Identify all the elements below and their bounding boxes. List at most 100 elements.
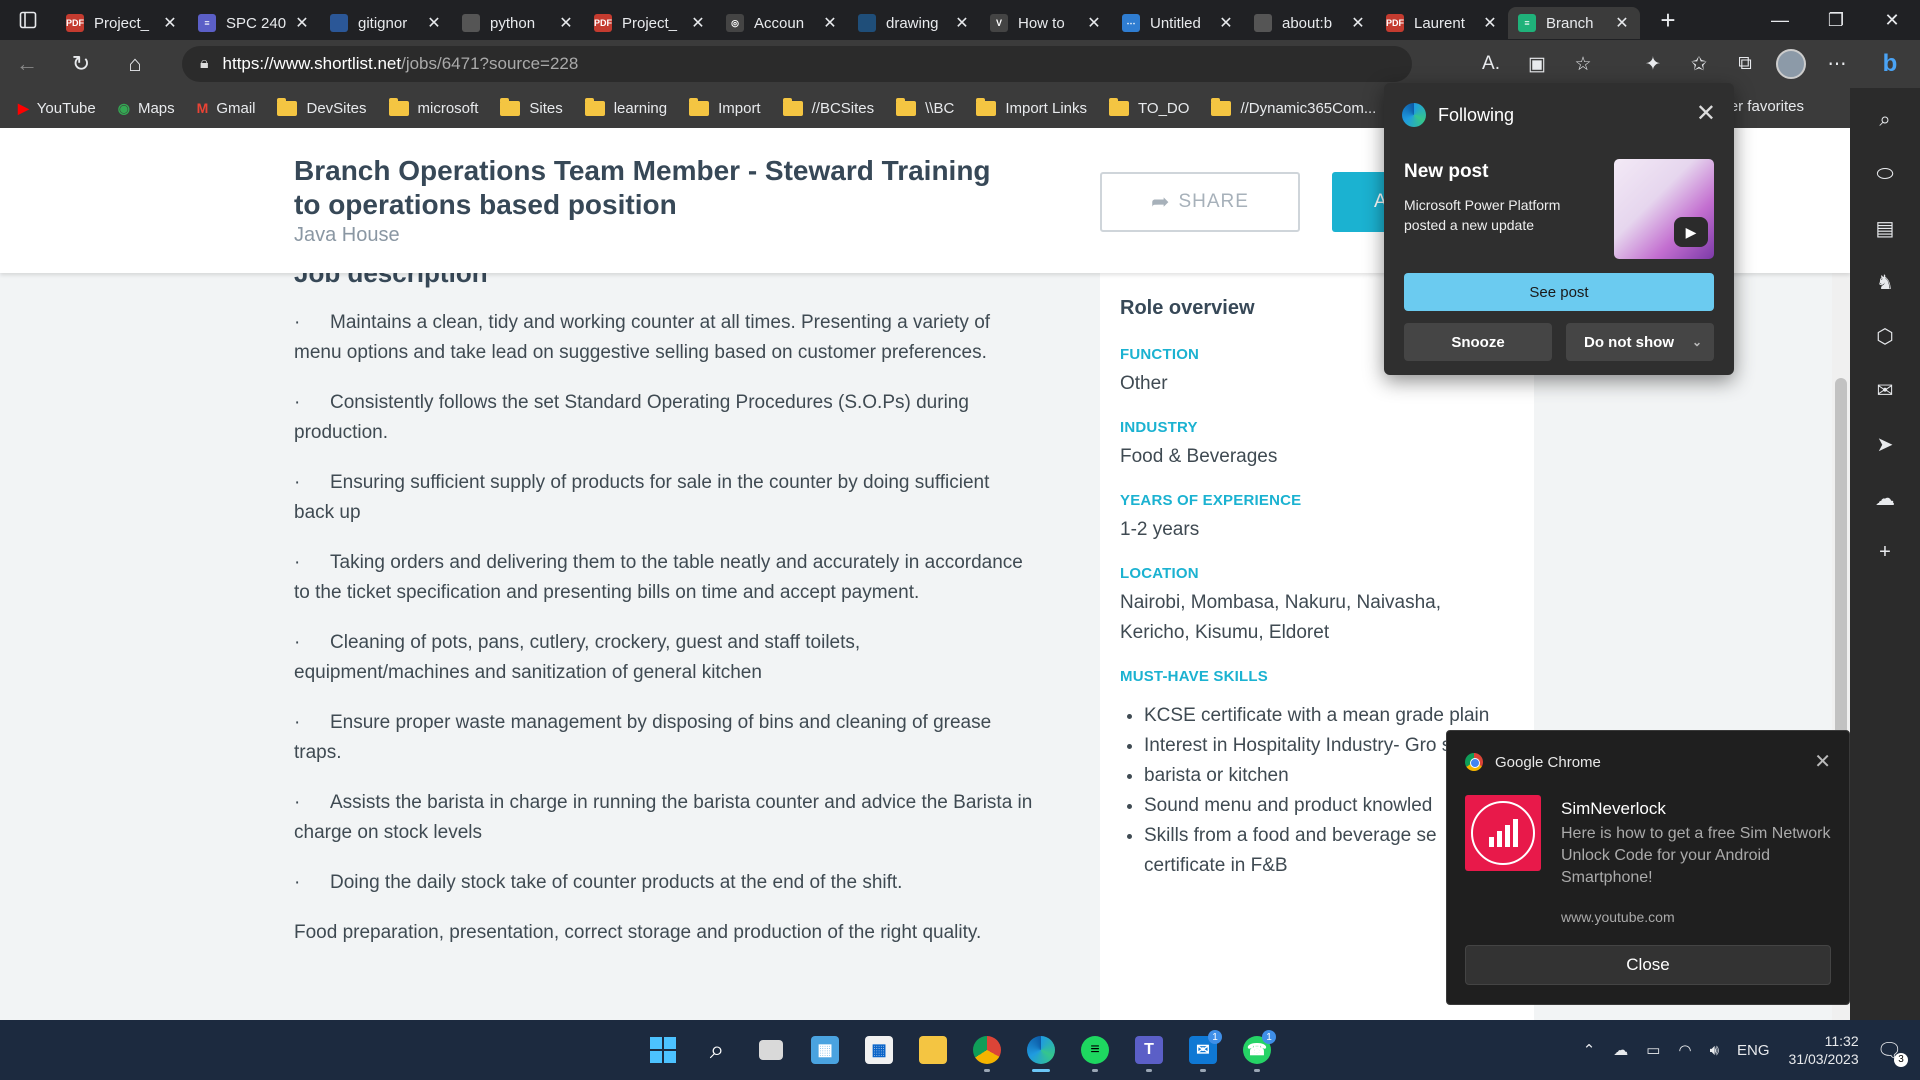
- read-aloud-button[interactable]: A.: [1468, 40, 1514, 88]
- favorite-item[interactable]: \\BC: [896, 97, 954, 117]
- browser-tab[interactable]: about:b ✕: [1244, 7, 1376, 39]
- tab-favicon-icon: V: [990, 14, 1008, 32]
- bing-chat-button[interactable]: b: [1860, 40, 1920, 88]
- wifi-icon[interactable]: ◠: [1678, 1041, 1691, 1059]
- read-aloud-icon: A.: [1482, 53, 1500, 74]
- favorite-item[interactable]: microsoft: [388, 97, 478, 117]
- favorite-item[interactable]: //BCSites: [782, 97, 874, 117]
- skill-item: KCSE certificate with a mean grade plain: [1144, 701, 1520, 731]
- browser-tab[interactable]: PDF Project_ ✕: [584, 7, 716, 39]
- onedrive-cloud-icon[interactable]: ☁: [1613, 1041, 1628, 1059]
- clock[interactable]: 11:32 31/03/2023: [1789, 1032, 1859, 1068]
- tab-close-icon[interactable]: ✕: [690, 13, 706, 33]
- store-button[interactable]: ▦: [852, 1026, 906, 1074]
- extensions-button[interactable]: ✦: [1630, 40, 1676, 88]
- sidebar-office-button[interactable]: ⬡: [1865, 316, 1905, 356]
- sidebar-games-button[interactable]: ♞: [1865, 262, 1905, 302]
- favorite-item[interactable]: M Gmail: [197, 100, 256, 117]
- battery-icon[interactable]: ▭: [1646, 1041, 1660, 1059]
- favorite-item[interactable]: //Dynamic365Com...: [1211, 97, 1376, 117]
- widgets-button[interactable]: ▦: [798, 1026, 852, 1074]
- notification-center-button[interactable]: 🗨︎ 3: [1877, 1038, 1908, 1067]
- favorite-item[interactable]: ▶ YouTube: [18, 100, 96, 117]
- duty-item: · Cleaning of pots, pans, cutlery, crocke…: [294, 628, 1034, 688]
- favorite-item[interactable]: TO_DO: [1109, 97, 1189, 117]
- immersive-reader-button[interactable]: ▣: [1514, 40, 1560, 88]
- browser-tab[interactable]: ≡ Branch ✕: [1508, 7, 1640, 39]
- do-not-show-dropdown[interactable]: Do not show ⌄: [1566, 323, 1714, 361]
- favorite-item[interactable]: ◉ Maps: [118, 100, 175, 117]
- sidebar-search-button[interactable]: ⌕: [1865, 100, 1905, 140]
- maximize-button[interactable]: ❐: [1808, 0, 1864, 40]
- close-window-button[interactable]: ✕: [1864, 0, 1920, 40]
- following-close-button[interactable]: ✕: [1696, 99, 1716, 128]
- share-button[interactable]: ➦ SHARE: [1100, 172, 1300, 232]
- sidebar-add-button[interactable]: +: [1865, 532, 1905, 572]
- minimize-button[interactable]: —: [1752, 0, 1808, 40]
- taskbar-search-button[interactable]: ⌕: [690, 1026, 744, 1074]
- company-name[interactable]: Java House: [294, 224, 400, 247]
- collections-button[interactable]: ⧉: [1722, 40, 1768, 88]
- tab-close-icon[interactable]: ✕: [294, 13, 310, 33]
- back-button[interactable]: ←: [0, 40, 54, 88]
- notification-close-button[interactable]: Close: [1465, 945, 1831, 985]
- browser-tab[interactable]: PDF Laurent ✕: [1376, 7, 1508, 39]
- input-language[interactable]: ENG: [1737, 1042, 1770, 1059]
- profile-button[interactable]: [1768, 40, 1814, 88]
- tab-actions-button[interactable]: [0, 0, 56, 40]
- browser-tab[interactable]: V How to ✕: [980, 7, 1112, 39]
- edge-taskbar-button[interactable]: [1014, 1026, 1068, 1074]
- tab-close-icon[interactable]: ✕: [1350, 13, 1366, 33]
- tab-close-icon[interactable]: ✕: [822, 13, 838, 33]
- browser-tab[interactable]: ⋯ Untitled ✕: [1112, 7, 1244, 39]
- browser-tab[interactable]: ◎ Accoun ✕: [716, 7, 848, 39]
- browser-tab[interactable]: drawing ✕: [848, 7, 980, 39]
- browser-tab[interactable]: PDF Project_ ✕: [56, 7, 188, 39]
- tab-close-icon[interactable]: ✕: [1218, 13, 1234, 33]
- tab-close-icon[interactable]: ✕: [954, 13, 970, 33]
- favorite-item[interactable]: Import: [689, 97, 761, 117]
- start-button[interactable]: [636, 1026, 690, 1074]
- teams-button[interactable]: T: [1122, 1026, 1176, 1074]
- tab-title: Accoun: [754, 14, 805, 32]
- sidebar-onedrive-button[interactable]: ☁: [1865, 478, 1905, 518]
- see-post-button[interactable]: See post: [1404, 273, 1714, 311]
- sidebar-outlook-button[interactable]: ✉: [1865, 370, 1905, 410]
- settings-menu-button[interactable]: ⋯: [1814, 40, 1860, 88]
- tab-close-icon[interactable]: ✕: [1482, 13, 1498, 33]
- show-hidden-icons-chevron-icon[interactable]: ⌃: [1583, 1041, 1596, 1059]
- sidebar-shopping-button[interactable]: ⬭: [1865, 154, 1905, 194]
- outlook-taskbar-button[interactable]: ✉ 1: [1176, 1026, 1230, 1074]
- browser-tab[interactable]: ≡ SPC 240 ✕: [188, 7, 320, 39]
- sidebar-drop-button[interactable]: ➤: [1865, 424, 1905, 464]
- new-tab-button[interactable]: +: [1648, 5, 1688, 36]
- volume-icon[interactable]: 🔊︎: [1710, 1042, 1719, 1059]
- task-view-button[interactable]: [744, 1026, 798, 1074]
- chrome-taskbar-button[interactable]: [960, 1026, 1014, 1074]
- refresh-button[interactable]: ↻: [54, 40, 108, 88]
- tab-close-icon[interactable]: ✕: [558, 13, 574, 33]
- browser-tab[interactable]: gitignor ✕: [320, 7, 452, 39]
- snooze-button[interactable]: Snooze: [1404, 323, 1552, 361]
- tab-close-icon[interactable]: ✕: [162, 13, 178, 33]
- folder-icon: [584, 97, 605, 116]
- spotify-button[interactable]: ≡: [1068, 1026, 1122, 1074]
- browser-tab[interactable]: python ✕: [452, 7, 584, 39]
- favorites-button[interactable]: ✩: [1676, 40, 1722, 88]
- add-favorite-button[interactable]: ☆: [1560, 40, 1606, 88]
- favorite-item[interactable]: Sites: [500, 97, 563, 117]
- address-bar[interactable]: 🔒︎ https://www.shortlist.net /jobs/6471?…: [182, 46, 1412, 82]
- favorite-item[interactable]: Import Links: [976, 97, 1087, 117]
- post-thumbnail[interactable]: ▶: [1614, 159, 1714, 259]
- home-button[interactable]: ⌂: [108, 40, 162, 88]
- sidebar-tools-button[interactable]: ▤: [1865, 208, 1905, 248]
- tab-close-icon[interactable]: ✕: [1614, 13, 1630, 33]
- whatsapp-button[interactable]: ☎ 1: [1230, 1026, 1284, 1074]
- tab-close-icon[interactable]: ✕: [1086, 13, 1102, 33]
- system-tray: ⌃ ☁ ▭ ◠ 🔊︎ ENG 11:32 31/03/2023 🗨︎ 3: [1574, 1020, 1920, 1080]
- favorite-item[interactable]: learning: [584, 97, 667, 117]
- favorite-item[interactable]: DevSites: [277, 97, 367, 117]
- tab-close-icon[interactable]: ✕: [426, 13, 442, 33]
- file-explorer-button[interactable]: [906, 1026, 960, 1074]
- notification-close-icon[interactable]: ✕: [1814, 749, 1831, 774]
